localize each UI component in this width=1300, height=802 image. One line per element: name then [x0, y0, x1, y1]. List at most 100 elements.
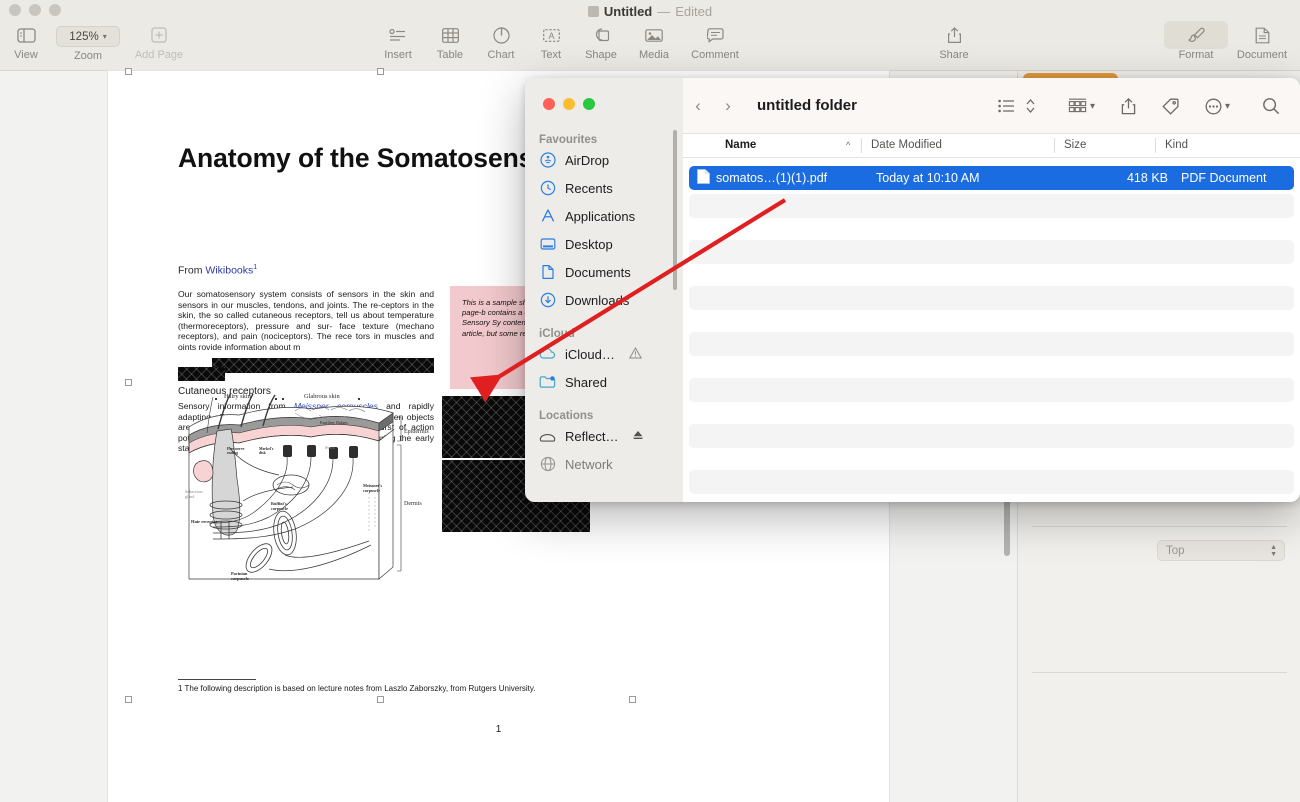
- download-icon: [539, 292, 556, 309]
- text-icon: A: [542, 24, 560, 46]
- toolbar-document-button[interactable]: Document: [1233, 24, 1291, 61]
- chevron-down-icon[interactable]: ▾: [1225, 101, 1230, 112]
- search-button[interactable]: [1253, 97, 1300, 115]
- sidebar-item-label: Network: [565, 456, 613, 472]
- toolbar-media-button[interactable]: Media: [625, 24, 683, 61]
- sidebar-item-airdrop[interactable]: AirDrop: [525, 146, 683, 174]
- finder-window[interactable]: Favourites AirDrop Recents Applications …: [525, 78, 1300, 502]
- document-page-icon: [1255, 24, 1270, 46]
- toolbar-share-label: Share: [939, 49, 969, 61]
- toolbar-media-label: Media: [639, 49, 669, 61]
- selection-handle[interactable]: [125, 68, 132, 75]
- sidebar-item-shared[interactable]: Shared: [525, 368, 683, 396]
- sidebar-item-reflect-disk[interactable]: Reflect…: [525, 422, 683, 450]
- column-divider[interactable]: [1155, 138, 1156, 153]
- figure-label-hair-receptor: Hair receptor: [191, 519, 218, 524]
- column-header-size[interactable]: Size: [1064, 139, 1086, 151]
- table-row[interactable]: somatos…(1)(1).pdf Today at 10:10 AM 418…: [689, 166, 1294, 190]
- forward-button[interactable]: ›: [713, 96, 743, 116]
- selection-handle[interactable]: [125, 379, 132, 386]
- footnote-text: 1 The following description is based on …: [178, 684, 536, 693]
- toolbar-share-button[interactable]: Share: [925, 24, 983, 61]
- byline-source[interactable]: Wikibooks: [205, 265, 253, 277]
- zoom-control[interactable]: 125% ▾: [56, 26, 120, 47]
- eject-icon[interactable]: [632, 429, 644, 444]
- toolbar-comment-button[interactable]: Comment: [686, 24, 744, 61]
- finder-sidebar[interactable]: Favourites AirDrop Recents Applications …: [525, 78, 683, 502]
- media-icon: [645, 24, 663, 46]
- toolbar-insert-label: Insert: [384, 49, 412, 61]
- finder-folder-title: untitled folder: [757, 97, 857, 114]
- document-name[interactable]: Untitled: [604, 4, 652, 19]
- finder-close-button[interactable]: [543, 98, 555, 110]
- sidebar-item-network[interactable]: Network: [525, 450, 683, 478]
- sidebar-scrollbar[interactable]: [673, 130, 677, 290]
- chevron-down-icon[interactable]: ▾: [1090, 101, 1095, 112]
- column-header-name[interactable]: Name: [725, 139, 756, 151]
- toolbar-format-button[interactable]: Format: [1167, 24, 1225, 61]
- list-view-button[interactable]: [989, 99, 1024, 113]
- sort-button[interactable]: [1024, 98, 1045, 114]
- list-item[interactable]: [689, 378, 1294, 402]
- sidebar-item-downloads[interactable]: Downloads: [525, 286, 683, 314]
- selection-handle[interactable]: [125, 696, 132, 703]
- column-header-date-modified[interactable]: Date Modified: [871, 139, 942, 151]
- list-item[interactable]: [689, 332, 1294, 356]
- toolbar-add-page-button[interactable]: Add Page: [130, 24, 188, 61]
- finder-toolbar-icons[interactable]: ▾ ▾: [989, 78, 1300, 134]
- sidebar-item-label: AirDrop: [565, 152, 610, 168]
- back-button[interactable]: ‹: [683, 96, 713, 116]
- body-paragraph-1[interactable]: Our somatosensory system consists of sen…: [178, 289, 434, 353]
- list-item[interactable]: [689, 194, 1294, 218]
- column-header-kind[interactable]: Kind: [1165, 139, 1188, 151]
- group-view-button[interactable]: ▾: [1059, 98, 1104, 114]
- zoom-value: 125%: [69, 30, 99, 43]
- selection-handle[interactable]: [377, 696, 384, 703]
- finder-main-pane[interactable]: ‹ › untitled folder ▾ ▾ Name ^ Date Modi…: [683, 78, 1300, 502]
- toolbar-text-label: Text: [540, 49, 562, 61]
- toolbar-insert-button[interactable]: Insert: [369, 24, 427, 61]
- selection-handle[interactable]: [377, 68, 384, 75]
- sidebar-section-favourites: Favourites: [539, 134, 598, 146]
- list-view-icon: [998, 99, 1014, 113]
- title-position-select[interactable]: Top ▲ ▼: [1157, 540, 1285, 561]
- finder-minimize-button[interactable]: [563, 98, 575, 110]
- document-icon: [539, 264, 556, 281]
- sort-ascending-icon: ^: [846, 140, 851, 150]
- sidebar-item-desktop[interactable]: Desktop: [525, 230, 683, 258]
- finder-column-headers[interactable]: Name ^ Date Modified Size Kind: [683, 134, 1300, 158]
- finder-file-list[interactable]: somatos…(1)(1).pdf Today at 10:10 AM 418…: [683, 158, 1300, 502]
- sidebar-item-recents[interactable]: Recents: [525, 174, 683, 202]
- figure-label-merkel-disk: Merkel's disk: [259, 447, 274, 456]
- list-item[interactable]: [689, 240, 1294, 264]
- column-divider[interactable]: [1054, 138, 1055, 153]
- selection-handle[interactable]: [629, 696, 636, 703]
- stepper-icon[interactable]: ▲ ▼: [1270, 544, 1277, 558]
- sidebar-item-documents[interactable]: Documents: [525, 258, 683, 286]
- figure-label-dermis: Dermis: [404, 501, 422, 507]
- list-item[interactable]: [689, 470, 1294, 494]
- sidebar-item-label: Applications: [565, 208, 636, 224]
- sidebar-section-icloud: iCloud: [539, 328, 575, 340]
- more-button[interactable]: ▾: [1196, 98, 1239, 115]
- pages-toolbar: Untitled — Edited View 125% ▾ Zoom Add P…: [0, 0, 1300, 71]
- finder-zoom-button[interactable]: [583, 98, 595, 110]
- toolbar-table-button[interactable]: Table: [421, 24, 479, 61]
- finder-titlebar[interactable]: ‹ › untitled folder ▾ ▾: [683, 78, 1300, 134]
- column-divider[interactable]: [861, 138, 862, 153]
- toolbar-shape-button[interactable]: Shape: [572, 24, 630, 61]
- skin-anatomy-figure[interactable]: Hairy skin Glabrous skin Papillary Ridge…: [183, 392, 433, 598]
- finder-traffic-lights[interactable]: [543, 98, 595, 110]
- file-name: somatos…(1)(1).pdf: [716, 171, 828, 185]
- sidebar-item-applications[interactable]: Applications: [525, 202, 683, 230]
- sidebar-item-icloud-drive[interactable]: iCloud…: [525, 340, 683, 368]
- list-item[interactable]: [689, 424, 1294, 448]
- cloud-icon: [539, 346, 556, 363]
- list-item[interactable]: [689, 286, 1294, 310]
- toolbar-format-label: Format: [1178, 49, 1214, 61]
- sort-icon: [1026, 99, 1035, 113]
- clock-icon: [539, 180, 556, 197]
- toolbar-view-button[interactable]: View: [0, 24, 55, 61]
- share-button[interactable]: [1112, 97, 1145, 115]
- tag-button[interactable]: [1153, 98, 1188, 115]
